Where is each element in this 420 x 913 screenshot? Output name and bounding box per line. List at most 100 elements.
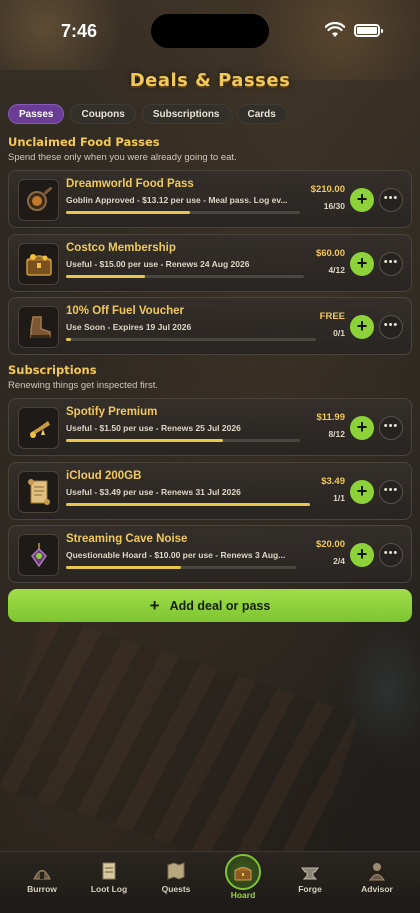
ellipsis-icon: •••	[383, 192, 399, 204]
status-time: 7:46	[61, 21, 98, 41]
usage-progress-bar	[66, 566, 296, 569]
card-description: Goblin Approved - $13.12 per use - Meal …	[66, 195, 288, 205]
tab-cards[interactable]: Cards	[236, 104, 287, 124]
card-name: 10% Off Fuel Voucher	[66, 305, 185, 317]
section-title-subscriptions: Subscriptions	[8, 363, 97, 377]
ellipsis-icon: •••	[383, 420, 399, 432]
log-use-button[interactable]: +	[350, 416, 374, 440]
pass-card[interactable]: Dreamworld Food Pass Goblin Approved - $…	[8, 170, 412, 228]
page-title: Deals & Passes	[129, 70, 291, 91]
more-options-button[interactable]: •••	[379, 252, 403, 276]
card-usage-count: 1/1	[333, 493, 345, 503]
section-subtitle-passes: Spend these only when you were already g…	[8, 152, 237, 163]
card-name: Streaming Cave Noise	[66, 533, 188, 545]
subscription-card[interactable]: Streaming Cave Noise Questionable Hoard …	[8, 525, 412, 583]
tab-coupons[interactable]: Coupons	[70, 104, 136, 124]
tab-hoard[interactable]: Hoard	[208, 854, 278, 900]
usage-progress-bar	[66, 503, 310, 506]
card-name: Spotify Premium	[66, 406, 158, 418]
card-usage-count: 16/30	[323, 201, 345, 211]
plus-icon: +	[356, 481, 368, 501]
add-deal-button[interactable]: + Add deal or pass	[8, 589, 412, 622]
card-usage-count: 8/12	[328, 429, 345, 439]
log-use-button[interactable]: +	[350, 188, 374, 212]
subscription-card[interactable]: iCloud 200GB Useful - $3.49 per use - Re…	[8, 462, 412, 520]
tab-quests[interactable]: Quests	[141, 860, 211, 894]
scroll-log-icon	[102, 862, 116, 880]
more-options-button[interactable]: •••	[379, 188, 403, 212]
ellipsis-icon: •••	[383, 319, 399, 331]
tab-label: Loot Log	[90, 884, 128, 894]
tab-label: Quests	[161, 884, 191, 894]
tab-passes[interactable]: Passes	[8, 104, 65, 124]
section-subtitle-subscriptions: Renewing things get inspected first.	[8, 380, 158, 391]
card-usage-count: 0/1	[333, 328, 345, 338]
plus-icon: +	[149, 595, 160, 615]
more-options-button[interactable]: •••	[379, 480, 403, 504]
log-use-button[interactable]: +	[350, 252, 374, 276]
segment-tabs: Passes Coupons Subscriptions Cards	[8, 104, 287, 124]
hoard-chest-icon	[234, 867, 252, 881]
card-price: $11.99	[316, 412, 345, 423]
gem-icon	[18, 534, 59, 576]
plus-icon: +	[356, 253, 368, 273]
card-description: Use Soon - Expires 19 Jul 2026	[66, 322, 192, 332]
ellipsis-icon: •••	[383, 547, 399, 559]
ellipsis-icon: •••	[383, 256, 399, 268]
section-title-passes: Unclaimed Food Passes	[8, 135, 160, 149]
tab-loot-log[interactable]: Loot Log	[74, 860, 144, 894]
card-description: Useful - $1.50 per use - Renews 25 Jul 2…	[66, 423, 241, 433]
active-tab-indicator	[225, 854, 261, 890]
usage-progress-bar	[66, 338, 316, 341]
advisor-icon	[369, 863, 385, 881]
pass-card[interactable]: Costco Membership Useful - $15.00 per us…	[8, 234, 412, 292]
card-price: FREE	[319, 311, 345, 322]
wifi-icon	[325, 22, 345, 37]
pan-icon	[18, 179, 59, 221]
tab-label: Hoard	[230, 890, 256, 900]
plus-icon: +	[356, 189, 368, 209]
burrow-icon	[33, 870, 51, 880]
add-deal-label: Add deal or pass	[169, 598, 271, 613]
card-price: $20.00	[315, 539, 345, 550]
subscription-card[interactable]: Spotify Premium Useful - $1.50 per use -…	[8, 398, 412, 456]
battery-icon	[354, 24, 383, 37]
dynamic-island	[151, 14, 269, 48]
usage-progress-bar	[66, 275, 304, 278]
tab-burrow[interactable]: Burrow	[7, 860, 77, 894]
card-usage-count: 4/12	[328, 265, 345, 275]
card-description: Useful - $15.00 per use - Renews 24 Aug …	[66, 259, 250, 269]
scroll-icon	[18, 471, 59, 513]
tab-label: Burrow	[27, 884, 57, 894]
anvil-icon	[301, 867, 319, 880]
card-name: Costco Membership	[66, 242, 176, 254]
ellipsis-icon: •••	[383, 484, 399, 496]
status-bar: 7:46	[0, 0, 420, 58]
plus-icon: +	[356, 544, 368, 564]
card-usage-count: 2/4	[333, 556, 345, 566]
more-options-button[interactable]: •••	[379, 543, 403, 567]
tab-forge[interactable]: Forge	[275, 860, 345, 894]
more-options-button[interactable]: •••	[379, 315, 403, 339]
music-horn-icon	[18, 407, 59, 449]
more-options-button[interactable]: •••	[379, 416, 403, 440]
quests-map-icon	[167, 862, 185, 880]
tab-label: Forge	[298, 884, 322, 894]
bottom-tab-bar: Burrow Loot Log Quests Hoard Forge Advis…	[0, 851, 420, 913]
pass-card[interactable]: 10% Off Fuel Voucher Use Soon - Expires …	[8, 297, 412, 355]
tab-advisor[interactable]: Advisor	[342, 860, 412, 894]
card-price: $60.00	[315, 248, 345, 259]
log-use-button[interactable]: +	[350, 543, 374, 567]
card-name: Dreamworld Food Pass	[66, 178, 194, 190]
card-name: iCloud 200GB	[66, 470, 142, 482]
card-description: Questionable Hoard - $10.00 per use - Re…	[66, 550, 286, 560]
boot-icon	[18, 306, 59, 348]
tab-subscriptions[interactable]: Subscriptions	[141, 104, 231, 124]
log-use-button[interactable]: +	[350, 315, 374, 339]
plus-icon: +	[356, 417, 368, 437]
usage-progress-bar	[66, 211, 300, 214]
usage-progress-bar	[66, 439, 300, 442]
card-description: Useful - $3.49 per use - Renews 31 Jul 2…	[66, 487, 241, 497]
log-use-button[interactable]: +	[350, 480, 374, 504]
treasure-chest-icon	[18, 243, 59, 285]
